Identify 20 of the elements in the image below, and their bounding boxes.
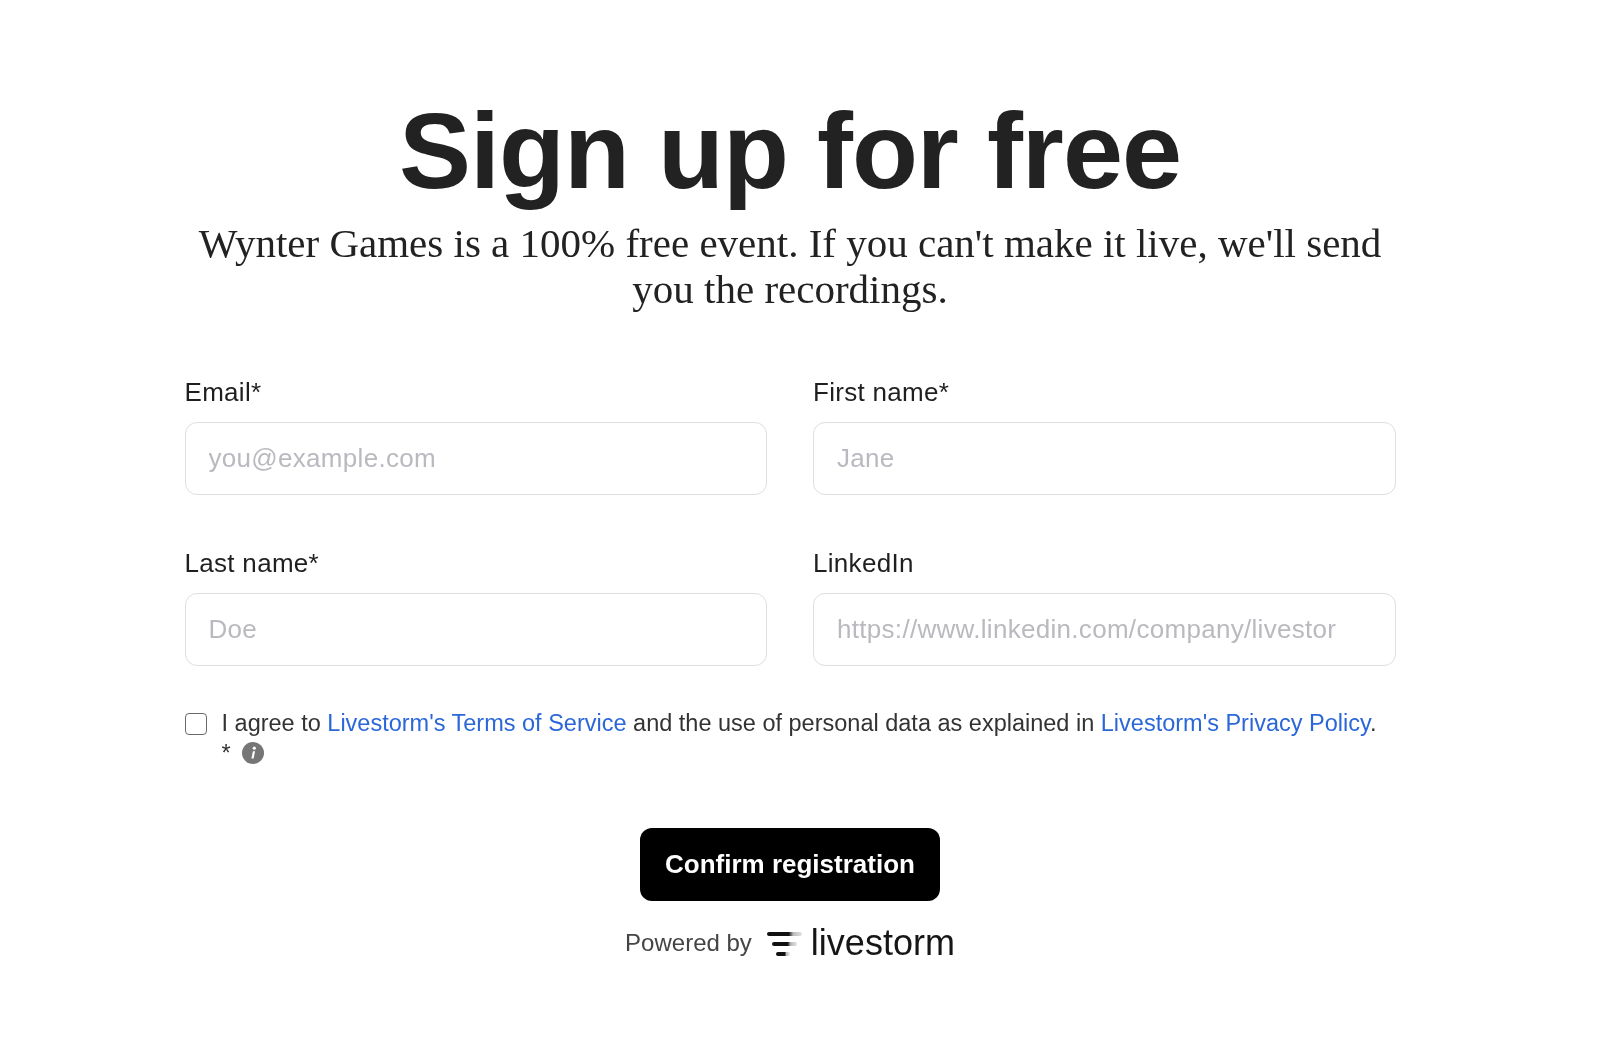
info-icon[interactable] — [241, 742, 264, 764]
confirm-registration-button[interactable]: Confirm registration — [640, 828, 940, 901]
field-label: First name* — [813, 377, 950, 407]
terms-link[interactable]: Livestorm's Terms of Service — [327, 710, 627, 736]
field-label: LinkedIn — [813, 548, 914, 578]
brand-name: livestorm — [810, 923, 955, 963]
input-field[interactable]: Jane — [813, 422, 1396, 495]
field-label: Email* — [184, 377, 262, 407]
input-field[interactable]: https://www.linkedin.com/company/livestor — [813, 593, 1396, 666]
required-asterisk: * — [221, 739, 231, 768]
intro-text: Wynter Games is a 100% free event. If you can't make it live, we'll send you the recordings. — [197, 220, 1383, 312]
consent-text: I agree to Livestorm's Terms of Service and the use of personal data as explained in Livestorm's Privacy Policy. — [221, 709, 1377, 738]
terms-link[interactable]: Livestorm's Privacy Policy — [1100, 710, 1370, 736]
checkbox[interactable] — [184, 713, 207, 735]
powered-by-text: Powered by — [625, 928, 752, 958]
page-heading: Sign up for free — [399, 89, 1181, 213]
logo-icon — [766, 931, 802, 957]
input-field[interactable]: you@example.com — [184, 422, 767, 495]
field-label: Last name* — [184, 548, 320, 578]
input-field[interactable]: Doe — [184, 593, 767, 666]
